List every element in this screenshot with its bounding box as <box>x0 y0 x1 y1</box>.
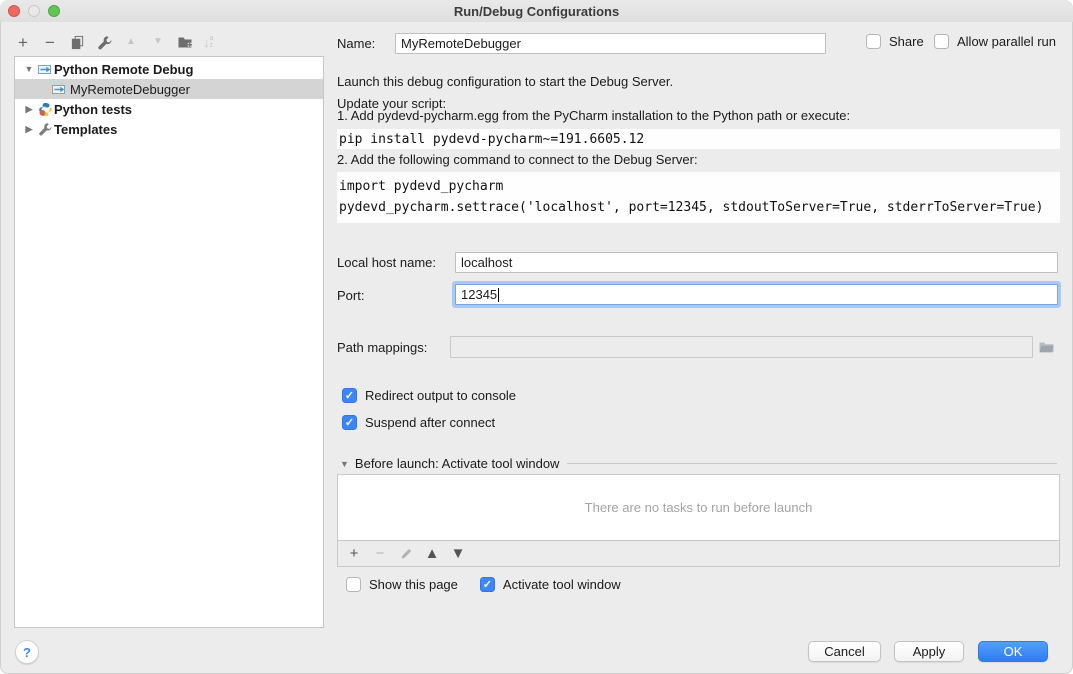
task-list-toolbar: + − ▲ ▼ <box>337 540 1060 567</box>
ok-button[interactable]: OK <box>978 641 1048 662</box>
local-host-name-input[interactable] <box>455 252 1058 273</box>
suspend-after-connect-label: Suspend after connect <box>365 415 495 430</box>
move-task-down-button[interactable]: ▼ <box>450 546 466 562</box>
port-value: 12345 <box>461 287 497 302</box>
redirect-output-label: Redirect output to console <box>365 388 516 403</box>
settrace-code-block: import pydevd_pycharm pydevd_pycharm.set… <box>337 172 1060 223</box>
port-label: Port: <box>337 288 364 303</box>
run-debug-configurations-dialog: Run/Debug Configurations + − ▲ ▼ ↓az ▼ P… <box>0 0 1073 674</box>
section-collapse-arrow-icon[interactable]: ▼ <box>340 459 349 469</box>
path-mappings-label: Path mappings: <box>337 340 427 355</box>
redirect-output-checkbox[interactable] <box>342 388 357 403</box>
add-task-button[interactable]: + <box>346 546 362 562</box>
remove-task-button[interactable]: − <box>372 546 388 562</box>
show-this-page-checkbox[interactable] <box>346 577 361 592</box>
allow-parallel-run-label: Allow parallel run <box>957 34 1056 49</box>
name-label: Name: <box>337 36 375 51</box>
text-caret <box>498 288 499 302</box>
pip-install-code: pip install pydevd-pycharm~=191.6605.12 <box>337 129 1060 149</box>
step1-text: 1. Add pydevd-pycharm.egg from the PyCha… <box>337 108 850 123</box>
code-line-import: import pydevd_pycharm <box>339 176 1060 197</box>
section-divider <box>567 463 1057 464</box>
apply-button[interactable]: Apply <box>894 641 964 662</box>
before-launch-title: Before launch: Activate tool window <box>355 456 560 471</box>
step2-text: 2. Add the following command to connect … <box>337 152 698 167</box>
local-host-name-label: Local host name: <box>337 255 436 270</box>
activate-tool-window-checkbox[interactable] <box>480 577 495 592</box>
show-this-page-label: Show this page <box>369 577 458 592</box>
name-input[interactable] <box>395 33 826 54</box>
cancel-button[interactable]: Cancel <box>808 641 881 662</box>
move-task-up-button[interactable]: ▲ <box>424 546 440 562</box>
allow-parallel-run-checkbox[interactable] <box>934 34 949 49</box>
before-launch-task-list[interactable]: There are no tasks to run before launch <box>337 474 1060 541</box>
share-label: Share <box>889 34 924 49</box>
port-input[interactable]: 12345 <box>455 284 1058 305</box>
edit-task-pencil-icon[interactable] <box>398 546 414 562</box>
path-mappings-input[interactable] <box>450 336 1033 358</box>
before-launch-section-header[interactable]: ▼ Before launch: Activate tool window <box>340 456 1057 471</box>
share-checkbox[interactable] <box>866 34 881 49</box>
empty-task-list-text: There are no tasks to run before launch <box>585 500 813 515</box>
suspend-after-connect-checkbox[interactable] <box>342 415 357 430</box>
activate-tool-window-label: Activate tool window <box>503 577 621 592</box>
configuration-form: Name: Share Allow parallel run Launch th… <box>0 0 1073 674</box>
browse-folder-icon[interactable] <box>1038 339 1055 354</box>
code-line-settrace: pydevd_pycharm.settrace('localhost', por… <box>339 197 1060 218</box>
intro-text: Launch this debug configuration to start… <box>337 74 673 89</box>
